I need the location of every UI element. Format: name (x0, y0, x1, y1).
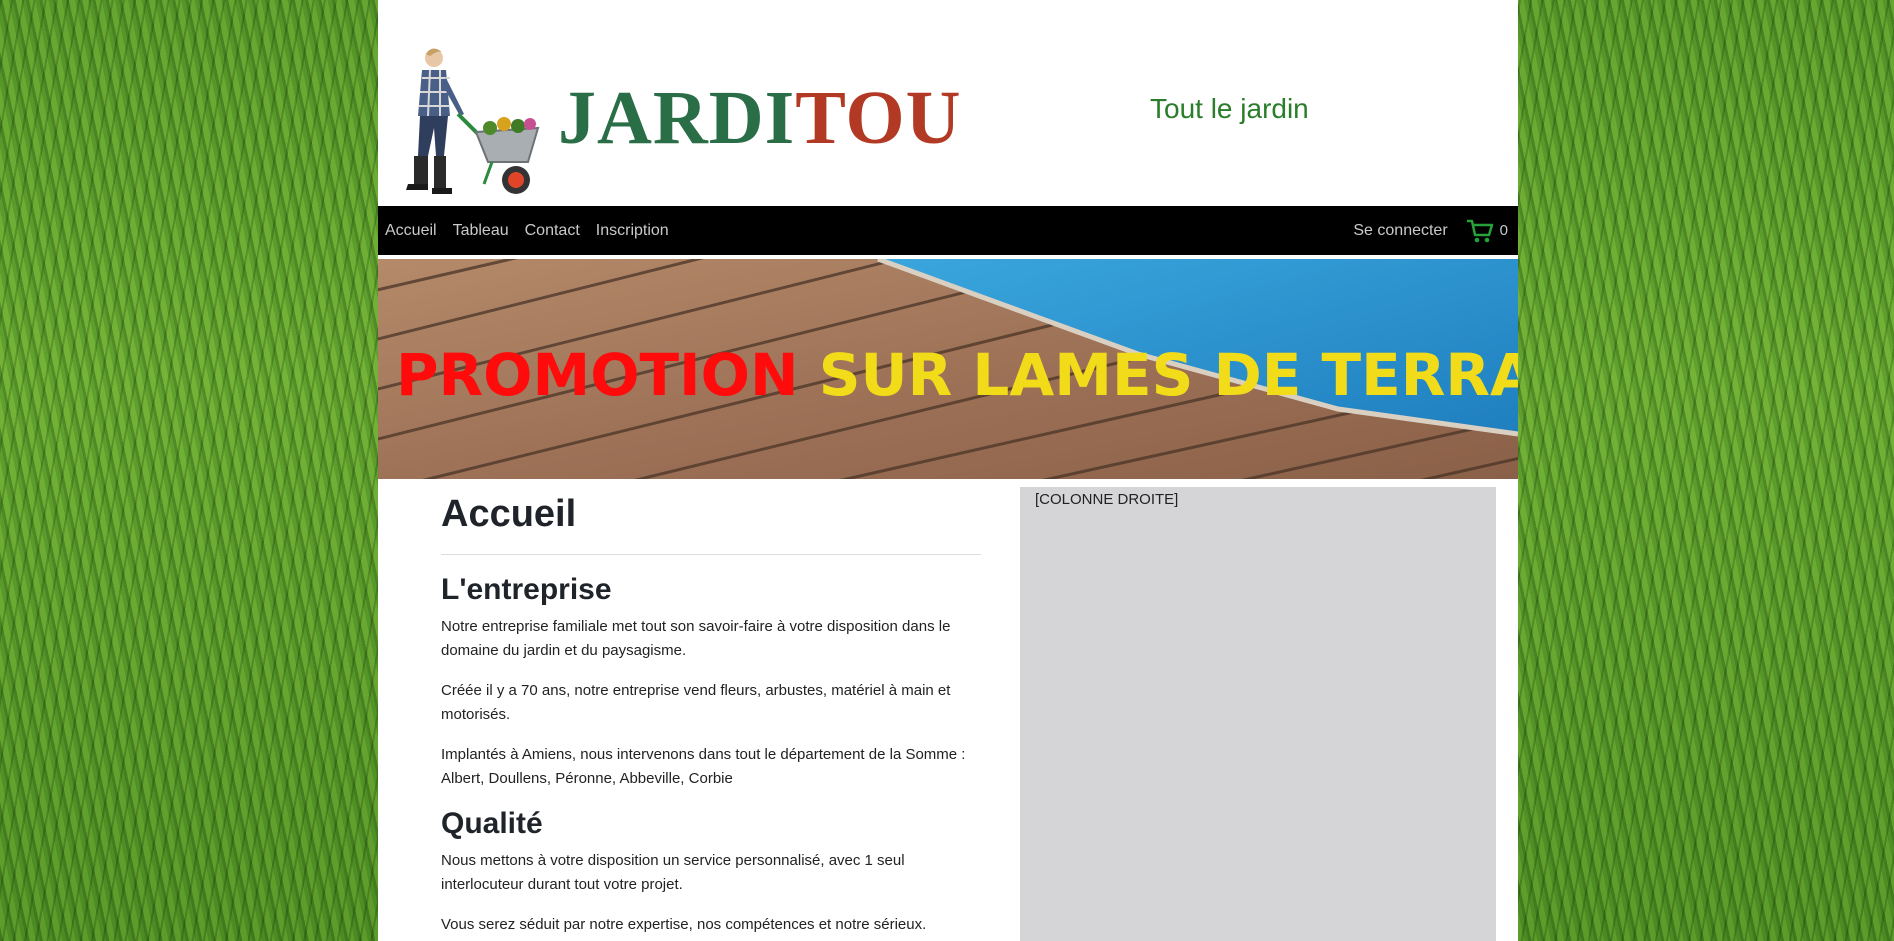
nav-link-accueil[interactable]: Accueil (385, 222, 437, 240)
logo-part-green: JARDI (558, 76, 796, 160)
nav-link-tableau[interactable]: Tableau (453, 222, 509, 240)
right-column: [COLONNE DROITE] (1020, 487, 1496, 941)
section-heading-qualite: Qualité (441, 807, 543, 840)
main-navbar: Accueil Tableau Contact Inscription Se c… (378, 206, 1518, 255)
page-container: JARDITOU Tout le jardin Accueil Tableau … (378, 0, 1518, 941)
title-divider (441, 554, 981, 555)
login-link[interactable]: Se connecter (1353, 222, 1447, 240)
page-title: Accueil (441, 493, 577, 535)
site-tagline: Tout le jardin (1150, 93, 1309, 124)
banner-headline: PROMOTION SUR LAMES DE TERRASSE (396, 341, 1518, 409)
paragraph: Créée il y a 70 ans, notre entreprise ve… (441, 682, 951, 723)
paragraph: Notre entreprise familiale met tout son … (441, 618, 951, 659)
banner-word-promotion: PROMOTION (396, 341, 799, 409)
site-header: JARDITOU Tout le jardin (378, 0, 1518, 206)
main-content: Accueil L'entreprise Notre entreprise fa… (441, 485, 981, 941)
gardener-wheelbarrow-icon (406, 48, 540, 194)
site-logo[interactable]: JARDITOU (558, 80, 962, 156)
cart-button[interactable]: 0 (1466, 218, 1508, 244)
promo-banner[interactable]: PROMOTION SUR LAMES DE TERRASSE (378, 259, 1518, 479)
logo-part-red: TOU (795, 76, 962, 160)
paragraph: Nous mettons à votre disposition un serv… (441, 852, 905, 893)
section-heading-entreprise: L'entreprise (441, 573, 612, 606)
shopping-cart-icon (1466, 219, 1493, 242)
banner-words-product: SUR LAMES DE TERRASSE (818, 341, 1518, 409)
nav-link-inscription[interactable]: Inscription (596, 222, 669, 240)
cart-count: 0 (1499, 222, 1508, 239)
paragraph: Implantés à Amiens, nous intervenons dan… (441, 746, 966, 787)
paragraph: Vous serez séduit par notre expertise, n… (441, 916, 927, 933)
nav-link-contact[interactable]: Contact (525, 222, 580, 240)
nav-right-group: Se connecter 0 (1353, 218, 1518, 244)
right-column-label: [COLONNE DROITE] (1035, 491, 1179, 508)
